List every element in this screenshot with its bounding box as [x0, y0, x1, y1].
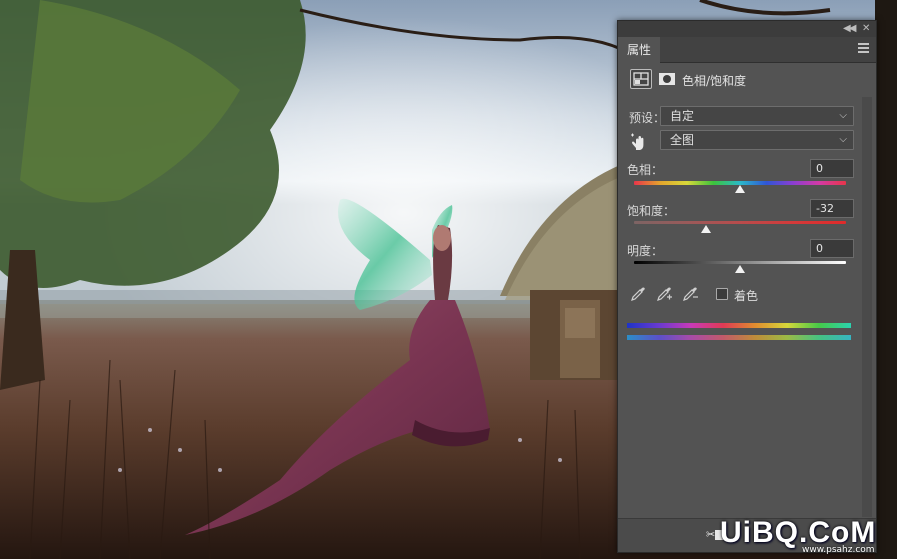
panel-title-bar[interactable]: ◀◀ ✕ [618, 21, 876, 37]
adjustment-header: 色相/饱和度 [626, 69, 870, 93]
colorize-checkbox[interactable] [716, 288, 728, 300]
chevron-down-icon: ⌵ [839, 134, 847, 145]
lightness-slider-thumb[interactable] [735, 265, 745, 273]
preset-select[interactable]: 自定 ⌵ [660, 106, 854, 126]
close-icon[interactable]: ✕ [862, 22, 870, 36]
watermark-url: www.psahz.com [802, 545, 875, 555]
tab-properties[interactable]: 属性 [618, 37, 660, 63]
eyedropper-icon[interactable] [629, 285, 647, 303]
input-color-spectrum [627, 323, 851, 328]
adjustment-title: 色相/饱和度 [682, 74, 747, 88]
output-color-spectrum [627, 335, 851, 340]
double-chevron-left-icon[interactable]: ◀◀ [843, 22, 856, 36]
lightness-input[interactable]: 0 [810, 239, 854, 258]
eyedropper-minus-icon[interactable] [681, 285, 699, 303]
scissors-icon: ✂ [706, 528, 716, 541]
hamburger-menu-icon[interactable] [858, 43, 869, 53]
layer-mask-icon[interactable] [656, 69, 678, 89]
properties-panel: ◀◀ ✕ 属性 色相/饱和度 预设： 自定 ⌵ 全图 ⌵ 色相： 0 饱和度： … [617, 20, 877, 553]
hue-slider-thumb[interactable] [735, 185, 745, 193]
hue-label: 色相： [627, 163, 664, 177]
panel-scrollbar[interactable] [862, 97, 872, 517]
channel-select-value: 全图 [670, 133, 695, 147]
lightness-slider-track[interactable] [634, 261, 846, 264]
lightness-label: 明度： [627, 244, 664, 258]
hand-target-adjust-icon[interactable] [628, 131, 650, 153]
saturation-label: 饱和度： [627, 204, 676, 218]
preset-select-value: 自定 [670, 109, 695, 123]
hue-input[interactable]: 0 [810, 159, 854, 178]
colorize-label: 着色 [734, 289, 759, 303]
channel-select[interactable]: 全图 ⌵ [660, 130, 854, 150]
saturation-slider-thumb[interactable] [701, 225, 712, 233]
hue-saturation-adjustment-icon[interactable] [630, 69, 652, 89]
watermark: ✂ UiBQ.CoM www.psahz.com [706, 514, 896, 558]
chevron-down-icon: ⌵ [839, 110, 847, 121]
saturation-input[interactable]: -32 [810, 199, 854, 218]
saturation-slider-track[interactable] [634, 221, 846, 224]
panel-tab-bar: 属性 [618, 37, 876, 63]
eyedropper-plus-icon[interactable] [655, 285, 673, 303]
